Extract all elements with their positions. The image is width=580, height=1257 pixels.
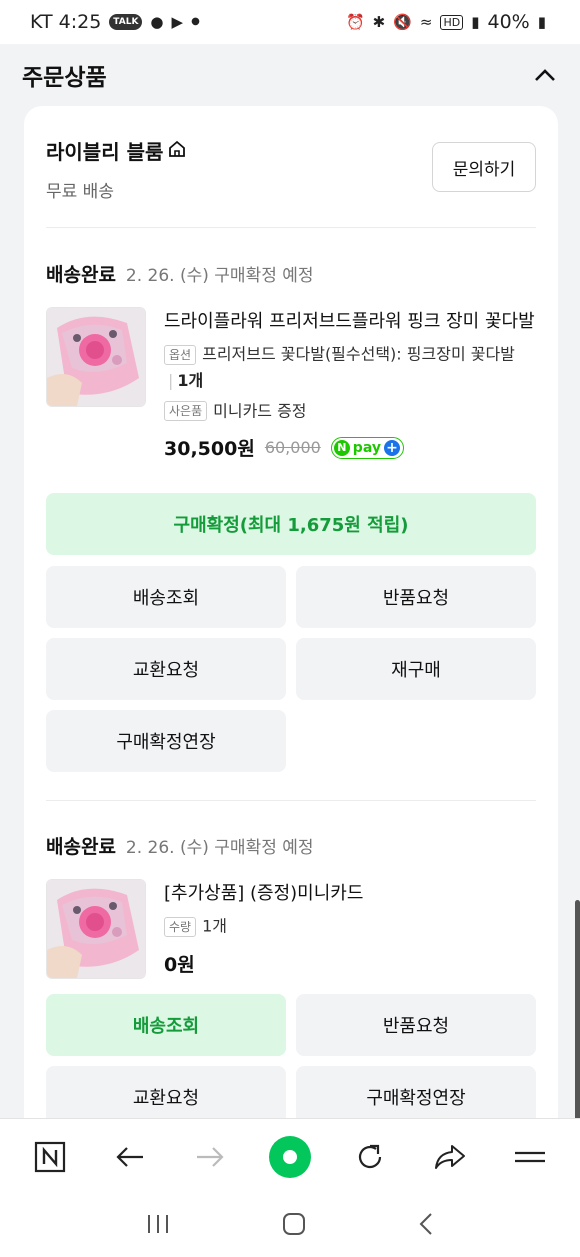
repurchase-button[interactable]: 재구매 — [296, 638, 536, 700]
system-navigation — [0, 1194, 580, 1257]
confirm-date-note: 2. 26. (수) 구매확정 예정 — [125, 838, 314, 858]
kakaotalk-icon: TALK — [109, 14, 143, 30]
product-row[interactable]: 드라이플라워 프리저브드플라워 핑크 장미 꽃다발 옵션 프리저브드 꽃다발(필수… — [46, 307, 536, 467]
option-text: 프리저브드 꽃다발(필수선택): 핑크장미 꽃다발 — [202, 344, 515, 364]
mute-icon: 🔇 — [393, 12, 412, 31]
order-items-header[interactable]: 주문상품 — [0, 44, 580, 106]
share-icon[interactable] — [428, 1135, 472, 1179]
youtube-icon: ▶ — [171, 12, 184, 31]
product-row[interactable]: [추가상품] (증정)미니카드 수량 1개 0원 — [46, 879, 536, 999]
shop-name: 라이블리 블룸 — [46, 140, 164, 164]
wifi-icon: ≈ — [419, 12, 433, 31]
product-name[interactable]: 드라이플라워 프리저브드플라워 핑크 장미 꽃다발 — [164, 307, 536, 333]
hd-icon: HD — [440, 14, 464, 30]
npay-plus-badge: N pay + — [330, 436, 404, 459]
carrier-time: KT 4:25 — [30, 11, 102, 33]
gift-tag: 사은품 — [164, 401, 208, 421]
status-bar: KT 4:25 TALK ● ▶ ● ⏰ ✱ 🔇 ≈ HD ▮ 40% ▮ — [0, 0, 580, 44]
confirm-date-note: 2. 26. (수) 구매확정 예정 — [125, 266, 314, 286]
home-icon[interactable] — [282, 1212, 306, 1240]
extend-confirm-button[interactable]: 구매확정연장 — [46, 710, 286, 772]
shipping-info: 무료 배송 — [46, 182, 114, 202]
home-green-icon[interactable] — [268, 1135, 312, 1179]
product-info: 드라이플라워 프리저브드플라워 핑크 장미 꽃다발 옵션 프리저브드 꽃다발(필수… — [164, 307, 536, 461]
price: 0원 — [164, 953, 195, 976]
shop-info: 라이블리 블룸 무료 배송 — [46, 136, 187, 202]
product-thumbnail[interactable] — [46, 879, 146, 979]
gift-text: 미니카드 증정 — [213, 401, 307, 420]
return-request-button[interactable]: 반품요청 — [296, 566, 536, 628]
divider — [46, 800, 536, 801]
gift-line: 사은품 미니카드 증정 — [164, 398, 536, 425]
price: 30,500원 — [164, 438, 255, 460]
product-info: [추가상품] (증정)미니카드 수량 1개 0원 — [164, 879, 536, 977]
option-line: 옵션 프리저브드 꽃다발(필수선택): 핑크장미 꽃다발 | 1개 — [164, 341, 536, 394]
battery-icon: ▮ — [537, 12, 546, 31]
dot-icon: ● — [191, 16, 200, 27]
order-item-1: 배송완료 2. 26. (수) 구매확정 예정 드라이플라워 프리저브드플라워 … — [46, 260, 536, 780]
recent-apps-icon[interactable] — [146, 1213, 170, 1239]
delivery-status: 배송완료 — [46, 264, 116, 286]
alarm-icon: ⏰ — [345, 12, 365, 31]
scrollbar[interactable] — [575, 900, 580, 1140]
browser-toolbar — [0, 1118, 580, 1194]
menu-icon[interactable] — [508, 1135, 552, 1179]
original-price: 60,000 — [264, 438, 321, 457]
bluetooth-icon: ✱ — [372, 12, 386, 31]
shop-name-row[interactable]: 라이블리 블룸 — [46, 136, 187, 165]
order-status-row: 배송완료 2. 26. (수) 구매확정 예정 — [46, 260, 536, 287]
divider — [46, 227, 536, 228]
battery-level: 40% — [487, 11, 530, 33]
signal-icon: ▮ — [471, 12, 480, 31]
product-thumbnail[interactable] — [46, 307, 146, 407]
back-icon[interactable] — [418, 1212, 434, 1240]
order-card: 라이블리 블룸 무료 배송 문의하기 배송완료 2. 26. (수) 구매확정 … — [24, 106, 558, 1156]
delivery-status: 배송완료 — [46, 836, 116, 858]
quantity-text: 1개 — [202, 916, 227, 936]
inquiry-button[interactable]: 문의하기 — [432, 142, 536, 192]
section-title: 주문상품 — [22, 65, 107, 91]
order-item-2: 배송완료 2. 26. (수) 구매확정 예정 [추가상품] (증정)미니카드 … — [46, 832, 536, 1162]
store-home-icon[interactable] — [167, 139, 187, 163]
back-arrow-icon[interactable] — [108, 1135, 152, 1179]
track-delivery-button[interactable]: 배송조회 — [46, 994, 286, 1056]
exchange-request-button[interactable]: 교환요청 — [46, 638, 286, 700]
return-request-button[interactable]: 반품요청 — [296, 994, 536, 1056]
naver-n-icon[interactable] — [28, 1135, 72, 1179]
option-tag: 옵션 — [164, 344, 197, 365]
chat-bubble-icon: ● — [150, 12, 164, 31]
track-delivery-button[interactable]: 배송조회 — [46, 566, 286, 628]
refresh-icon[interactable] — [348, 1135, 392, 1179]
price-row: 0원 — [164, 950, 536, 977]
confirm-purchase-button[interactable]: 구매확정(최대 1,675원 적립) — [46, 493, 536, 555]
plus-icon: + — [383, 439, 400, 456]
quantity-tag: 수량 — [164, 916, 197, 937]
chevron-up-icon[interactable] — [532, 62, 558, 88]
forward-arrow-icon[interactable] — [188, 1135, 232, 1179]
naver-n-icon: N — [333, 439, 350, 456]
product-name[interactable]: [추가상품] (증정)미니카드 — [164, 879, 536, 905]
option-quantity: 1개 — [177, 370, 204, 390]
price-row: 30,500원 60,000 N pay + — [164, 434, 536, 461]
order-status-row: 배송완료 2. 26. (수) 구매확정 예정 — [46, 832, 536, 859]
quantity-line: 수량 1개 — [164, 913, 536, 940]
separator: | — [168, 370, 174, 390]
npay-label: pay — [352, 439, 381, 456]
